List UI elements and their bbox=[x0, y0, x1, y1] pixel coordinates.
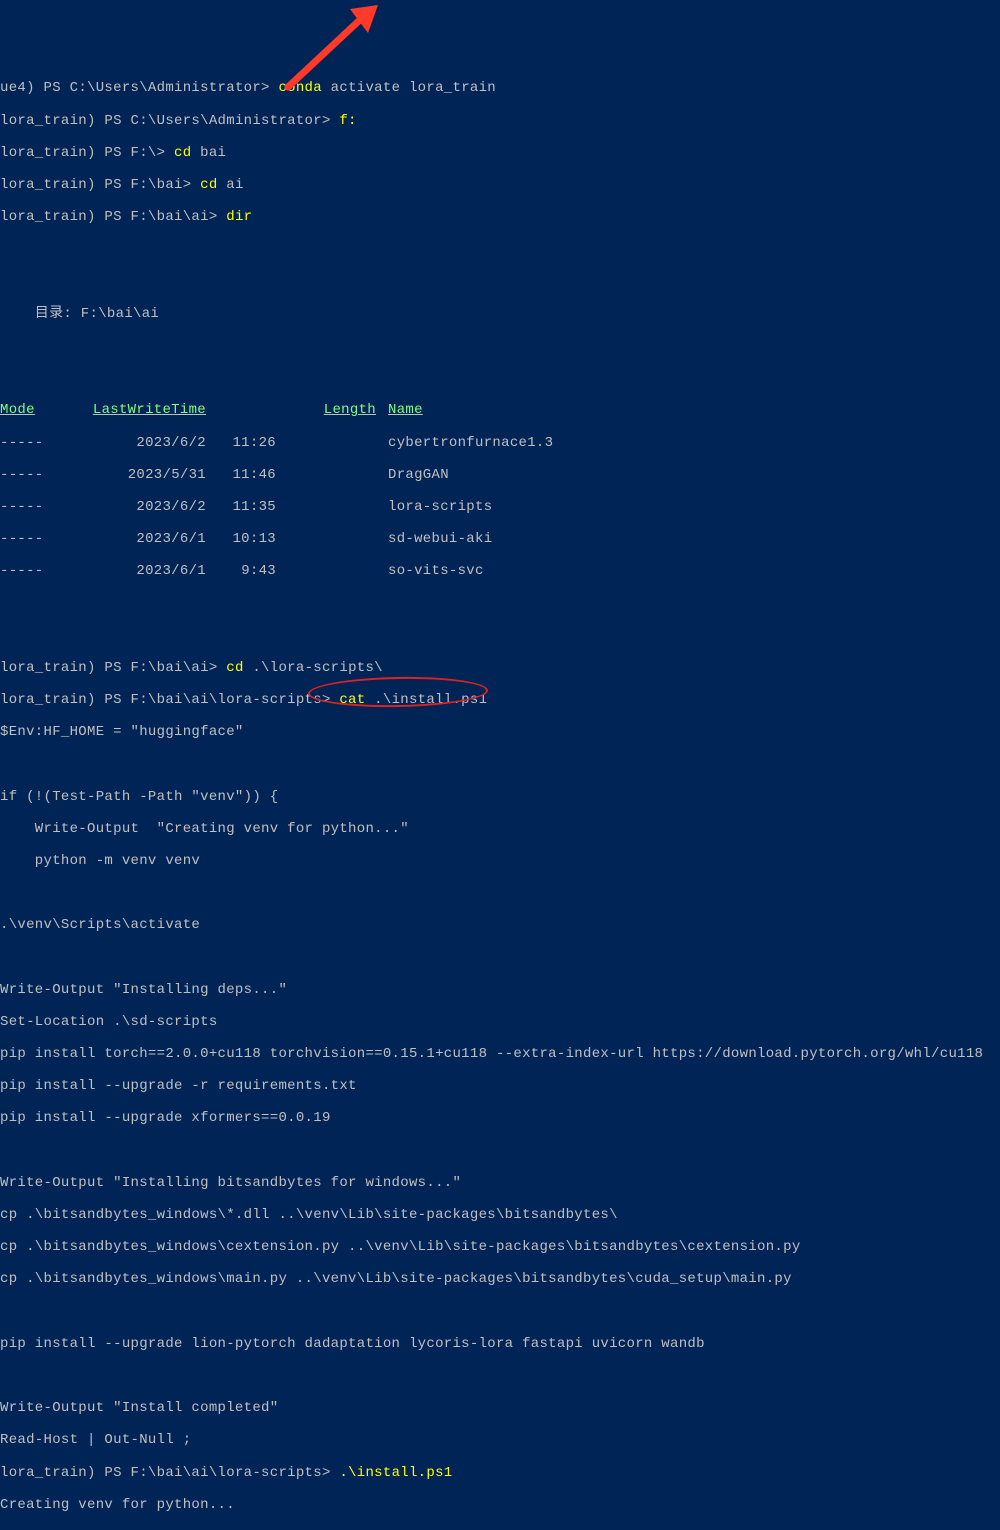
script-line: pip install --upgrade lion-pytorch dadap… bbox=[0, 1336, 1000, 1352]
cell-date: 2023/6/1 bbox=[60, 531, 220, 547]
script-line: pip install --upgrade xformers==0.0.19 bbox=[0, 1110, 1000, 1126]
env-prefix: lora_train) bbox=[0, 113, 96, 129]
dir-row: -----2023/6/19:43 so-vits-svc bbox=[0, 563, 1000, 579]
script-line: if (!(Test-Path -Path "venv")) { bbox=[0, 789, 1000, 805]
prompt-text: PS C:\Users\Administrator> bbox=[96, 113, 340, 129]
cell-date: 2023/6/2 bbox=[60, 499, 220, 515]
script-line: Write-Output "Installing bitsandbytes fo… bbox=[0, 1175, 1000, 1191]
cell-date: 2023/5/31 bbox=[60, 467, 220, 483]
command-install: .\install.ps1 bbox=[339, 1465, 452, 1481]
script-line: Write-Output "Installing deps..." bbox=[0, 982, 1000, 998]
cell-name: cybertronfurnace1.3 bbox=[380, 435, 553, 451]
command-cd: cd bbox=[174, 145, 200, 161]
dir-row: -----2023/5/3111:46 DragGAN bbox=[0, 467, 1000, 483]
prompt-text: PS F:\bai> bbox=[96, 177, 200, 193]
cell-time: 11:26 bbox=[220, 435, 280, 451]
hdr-lastwritetime: LastWriteTime bbox=[60, 402, 220, 418]
cell-name: sd-webui-aki bbox=[380, 531, 492, 547]
cell-date: 2023/6/2 bbox=[60, 435, 220, 451]
script-line: Read-Host | Out-Null ; bbox=[0, 1432, 1000, 1448]
dir-row: -----2023/6/211:35 lora-scripts bbox=[0, 499, 1000, 515]
command-dir: dir bbox=[226, 209, 252, 225]
env-prefix: lora_train) bbox=[0, 145, 96, 161]
script-line: pip install --upgrade -r requirements.tx… bbox=[0, 1078, 1000, 1094]
prompt-text: PS C:\Users\Administrator> bbox=[35, 80, 279, 96]
script-line: python -m venv venv bbox=[0, 853, 1000, 869]
script-line: Set-Location .\sd-scripts bbox=[0, 1014, 1000, 1030]
output-line: Installing deps... bbox=[0, 1529, 1000, 1530]
dir-path-heading: 目录: F:\bai\ai bbox=[0, 306, 1000, 322]
command-args: .\install.ps1 bbox=[374, 692, 487, 708]
env-prefix: lora_train) bbox=[0, 660, 96, 676]
dir-row: -----2023/6/110:13 sd-webui-aki bbox=[0, 531, 1000, 547]
command-drive: f: bbox=[339, 113, 356, 129]
cell-date: 2023/6/1 bbox=[60, 563, 220, 579]
dir-header-row: ModeLastWriteTime LengthName bbox=[0, 402, 1000, 418]
command-args: ai bbox=[226, 177, 243, 193]
command-args: activate lora_train bbox=[331, 80, 496, 96]
script-line: .\venv\Scripts\activate bbox=[0, 917, 1000, 933]
script-line: Write-Output "Creating venv for python..… bbox=[0, 821, 1000, 837]
terminal-output[interactable]: ue4) PS C:\Users\Administrator> conda ac… bbox=[0, 64, 1000, 1530]
prompt-text: PS F:\bai\ai\lora-scripts> bbox=[96, 692, 340, 708]
prompt-text: PS F:\bai\ai\lora-scripts> bbox=[96, 1465, 340, 1481]
hdr-name: Name bbox=[380, 402, 423, 418]
env-prefix: ue4) bbox=[0, 80, 35, 96]
env-prefix: lora_train) bbox=[0, 692, 96, 708]
script-line: cp .\bitsandbytes_windows\*.dll ..\venv\… bbox=[0, 1207, 1000, 1223]
cell-name: DragGAN bbox=[380, 467, 449, 483]
script-line: Write-Output "Install completed" bbox=[0, 1400, 1000, 1416]
command-args: .\lora-scripts\ bbox=[252, 660, 383, 676]
hdr-mode: Mode bbox=[0, 402, 60, 418]
output-line: Creating venv for python... bbox=[0, 1497, 1000, 1513]
prompt-text: PS F:\bai\ai> bbox=[96, 209, 227, 225]
env-prefix: lora_train) bbox=[0, 177, 96, 193]
script-line: $Env:HF_HOME = "huggingface" bbox=[0, 724, 1000, 740]
script-line: pip install torch==2.0.0+cu118 torchvisi… bbox=[0, 1046, 1000, 1062]
command-args: bai bbox=[200, 145, 226, 161]
env-prefix: lora_train) bbox=[0, 1465, 96, 1481]
cell-time: 9:43 bbox=[220, 563, 280, 579]
cell-name: so-vits-svc bbox=[380, 563, 484, 579]
cell-name: lora-scripts bbox=[380, 499, 492, 515]
prompt-text: PS F:\> bbox=[96, 145, 174, 161]
hdr-length: Length bbox=[280, 402, 380, 418]
command-cd: cd bbox=[200, 177, 226, 193]
dir-row: -----2023/6/211:26 cybertronfurnace1.3 bbox=[0, 435, 1000, 451]
cell-time: 11:46 bbox=[220, 467, 280, 483]
cell-time: 10:13 bbox=[220, 531, 280, 547]
command-cat: cat bbox=[339, 692, 374, 708]
script-line: cp .\bitsandbytes_windows\main.py ..\ven… bbox=[0, 1271, 1000, 1287]
env-prefix: lora_train) bbox=[0, 209, 96, 225]
command-cd: cd bbox=[226, 660, 252, 676]
command-conda: conda bbox=[278, 80, 330, 96]
prompt-text: PS F:\bai\ai> bbox=[96, 660, 227, 676]
script-line: cp .\bitsandbytes_windows\cextension.py … bbox=[0, 1239, 1000, 1255]
cell-time: 11:35 bbox=[220, 499, 280, 515]
